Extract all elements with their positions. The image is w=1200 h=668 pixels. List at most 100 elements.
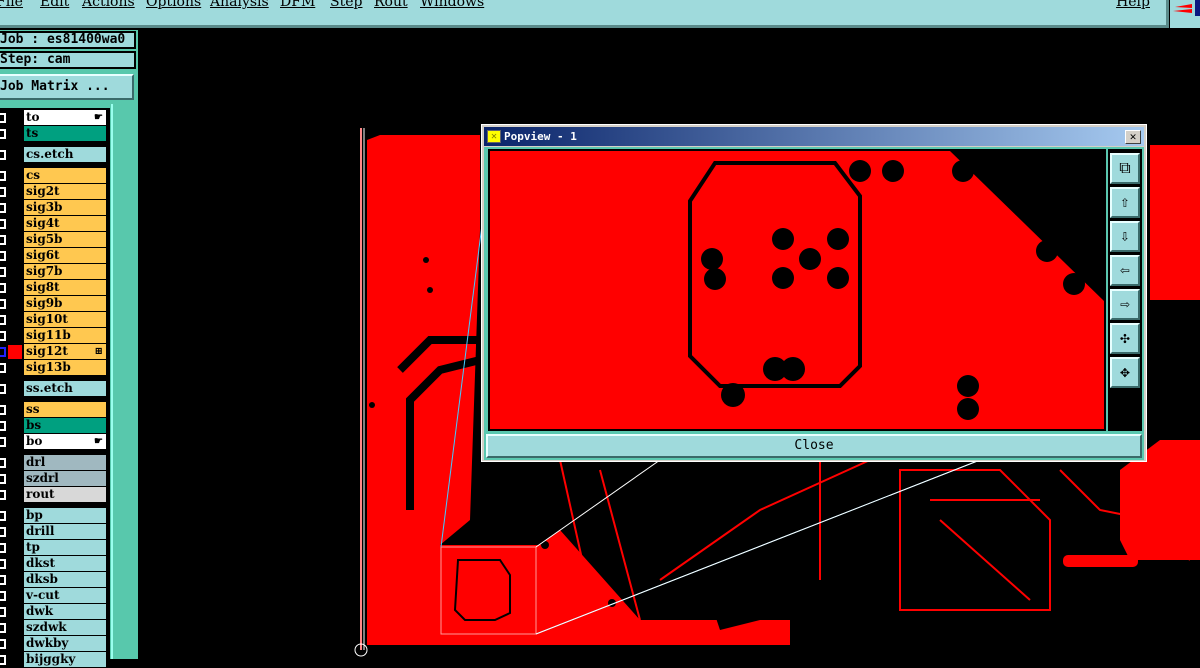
menu-options[interactable]: Options (146, 0, 201, 10)
layer-row[interactable]: sig5b (0, 232, 108, 248)
layer-name[interactable]: sig11b (24, 328, 106, 343)
layer-checkbox[interactable] (0, 187, 6, 197)
layer-checkbox[interactable] (0, 639, 6, 649)
menu-rout[interactable]: Rout (374, 0, 408, 10)
layer-checkbox[interactable] (0, 331, 6, 341)
layer-name[interactable]: dwk (24, 604, 106, 619)
popview-canvas[interactable] (488, 149, 1106, 431)
layer-name[interactable]: sig7b (24, 264, 106, 279)
layer-checkbox[interactable] (0, 575, 6, 585)
layer-checkbox[interactable] (0, 219, 6, 229)
layer-row[interactable]: sig3b (0, 200, 108, 216)
layer-name[interactable]: sig12t ⊞ (24, 344, 106, 359)
layer-checkbox[interactable] (0, 421, 6, 431)
layer-checkbox[interactable] (0, 283, 6, 293)
close-icon[interactable]: ✕ (1125, 130, 1141, 144)
layer-checkbox[interactable] (0, 543, 6, 553)
menu-file[interactable]: File (0, 0, 23, 10)
layer-name[interactable]: rout (24, 487, 106, 502)
layer-row[interactable]: ss (0, 402, 108, 418)
layer-name[interactable]: sig4t (24, 216, 106, 231)
layer-checkbox[interactable] (0, 591, 6, 601)
menu-analysis[interactable]: Analysis (210, 0, 269, 10)
layer-name[interactable]: cs.etch (24, 147, 106, 162)
layer-checkbox[interactable] (0, 150, 6, 160)
layer-name[interactable]: v-cut (24, 588, 106, 603)
layer-checkbox[interactable] (0, 299, 6, 309)
menu-dfm[interactable]: DFM (280, 0, 315, 10)
layer-row[interactable]: sig8t (0, 280, 108, 296)
close-button[interactable]: Close (486, 434, 1142, 458)
popview-titlebar[interactable]: ✕ Popview - 1 ✕ (484, 127, 1144, 146)
layer-name[interactable]: dwkby (24, 636, 106, 651)
zoom-out-button[interactable]: ✥ (1110, 357, 1140, 388)
pan-up-button[interactable]: ⇧ (1110, 187, 1140, 218)
layer-row[interactable]: bijggky (0, 652, 108, 668)
layer-checkbox[interactable] (0, 171, 6, 181)
menu-step[interactable]: Step (330, 0, 362, 10)
pan-left-button[interactable]: ⇦ (1110, 255, 1140, 286)
layer-name[interactable]: dkst (24, 556, 106, 571)
layer-checkbox[interactable] (0, 315, 6, 325)
pan-down-button[interactable]: ⇩ (1110, 221, 1140, 252)
layer-checkbox[interactable] (0, 527, 6, 537)
layer-name[interactable]: szdwk (24, 620, 106, 635)
layer-row[interactable]: sig2t (0, 184, 108, 200)
layer-name[interactable]: ts (24, 126, 106, 141)
layer-row[interactable]: dksb (0, 572, 108, 588)
layer-checkbox[interactable] (0, 405, 6, 415)
layer-name[interactable]: sig6t (24, 248, 106, 263)
menu-help[interactable]: Help (1116, 0, 1150, 10)
zoom-home-button[interactable]: ⧉ (1110, 153, 1140, 184)
menu-windows[interactable]: Windows (420, 0, 484, 10)
zoom-in-button[interactable]: ✣ (1110, 323, 1140, 354)
job-matrix-button[interactable]: Job Matrix ... (0, 74, 134, 100)
layer-checkbox[interactable] (0, 474, 6, 484)
layer-checkbox[interactable] (0, 655, 6, 665)
layer-name[interactable]: sig10t (24, 312, 106, 327)
layer-name[interactable]: sig13b (24, 360, 106, 375)
layer-name[interactable]: bo ☛ (24, 434, 106, 449)
layer-row[interactable]: drill (0, 524, 108, 540)
layer-checkbox[interactable] (0, 437, 6, 447)
layer-name[interactable]: sig2t (24, 184, 106, 199)
layer-row[interactable]: szdrl (0, 471, 108, 487)
layer-row[interactable]: sig13b (0, 360, 108, 376)
layer-row[interactable]: sig12t ⊞ (0, 344, 108, 360)
layer-name[interactable]: sig9b (24, 296, 106, 311)
layer-list-scrollbar[interactable] (111, 104, 137, 659)
layer-checkbox[interactable] (0, 251, 6, 261)
layer-name[interactable]: bs (24, 418, 106, 433)
layer-name[interactable]: cs (24, 168, 106, 183)
layer-row[interactable]: sig6t (0, 248, 108, 264)
layer-name[interactable]: tp (24, 540, 106, 555)
layer-name[interactable]: drill (24, 524, 106, 539)
layer-row[interactable]: cs (0, 168, 108, 184)
layer-checkbox[interactable] (0, 458, 6, 468)
layer-row[interactable]: sig11b (0, 328, 108, 344)
layer-row[interactable]: ts (0, 126, 108, 142)
layer-name[interactable]: bijggky (24, 652, 106, 667)
layer-row[interactable]: dwkby (0, 636, 108, 652)
layer-row[interactable]: sig7b (0, 264, 108, 280)
layer-checkbox[interactable] (0, 559, 6, 569)
layer-name[interactable]: to ☛ (24, 110, 106, 125)
layer-row[interactable]: szdwk (0, 620, 108, 636)
layer-checkbox[interactable] (0, 511, 6, 521)
layer-name[interactable]: bp (24, 508, 106, 523)
layer-row[interactable]: v-cut (0, 588, 108, 604)
layer-name[interactable]: ss (24, 402, 106, 417)
layer-row[interactable]: dkst (0, 556, 108, 572)
layer-row[interactable]: dwk (0, 604, 108, 620)
layer-row[interactable]: rout (0, 487, 108, 503)
layer-row[interactable]: cs.etch (0, 147, 108, 163)
layer-row[interactable]: sig4t (0, 216, 108, 232)
layer-checkbox[interactable] (0, 267, 6, 277)
layer-checkbox[interactable] (0, 363, 6, 373)
pan-right-button[interactable]: ⇨ (1110, 289, 1140, 320)
layer-row[interactable]: bp (0, 508, 108, 524)
layer-checkbox[interactable] (0, 623, 6, 633)
layer-name[interactable]: sig3b (24, 200, 106, 215)
layer-row[interactable]: bs (0, 418, 108, 434)
layer-row[interactable]: to ☛ (0, 110, 108, 126)
